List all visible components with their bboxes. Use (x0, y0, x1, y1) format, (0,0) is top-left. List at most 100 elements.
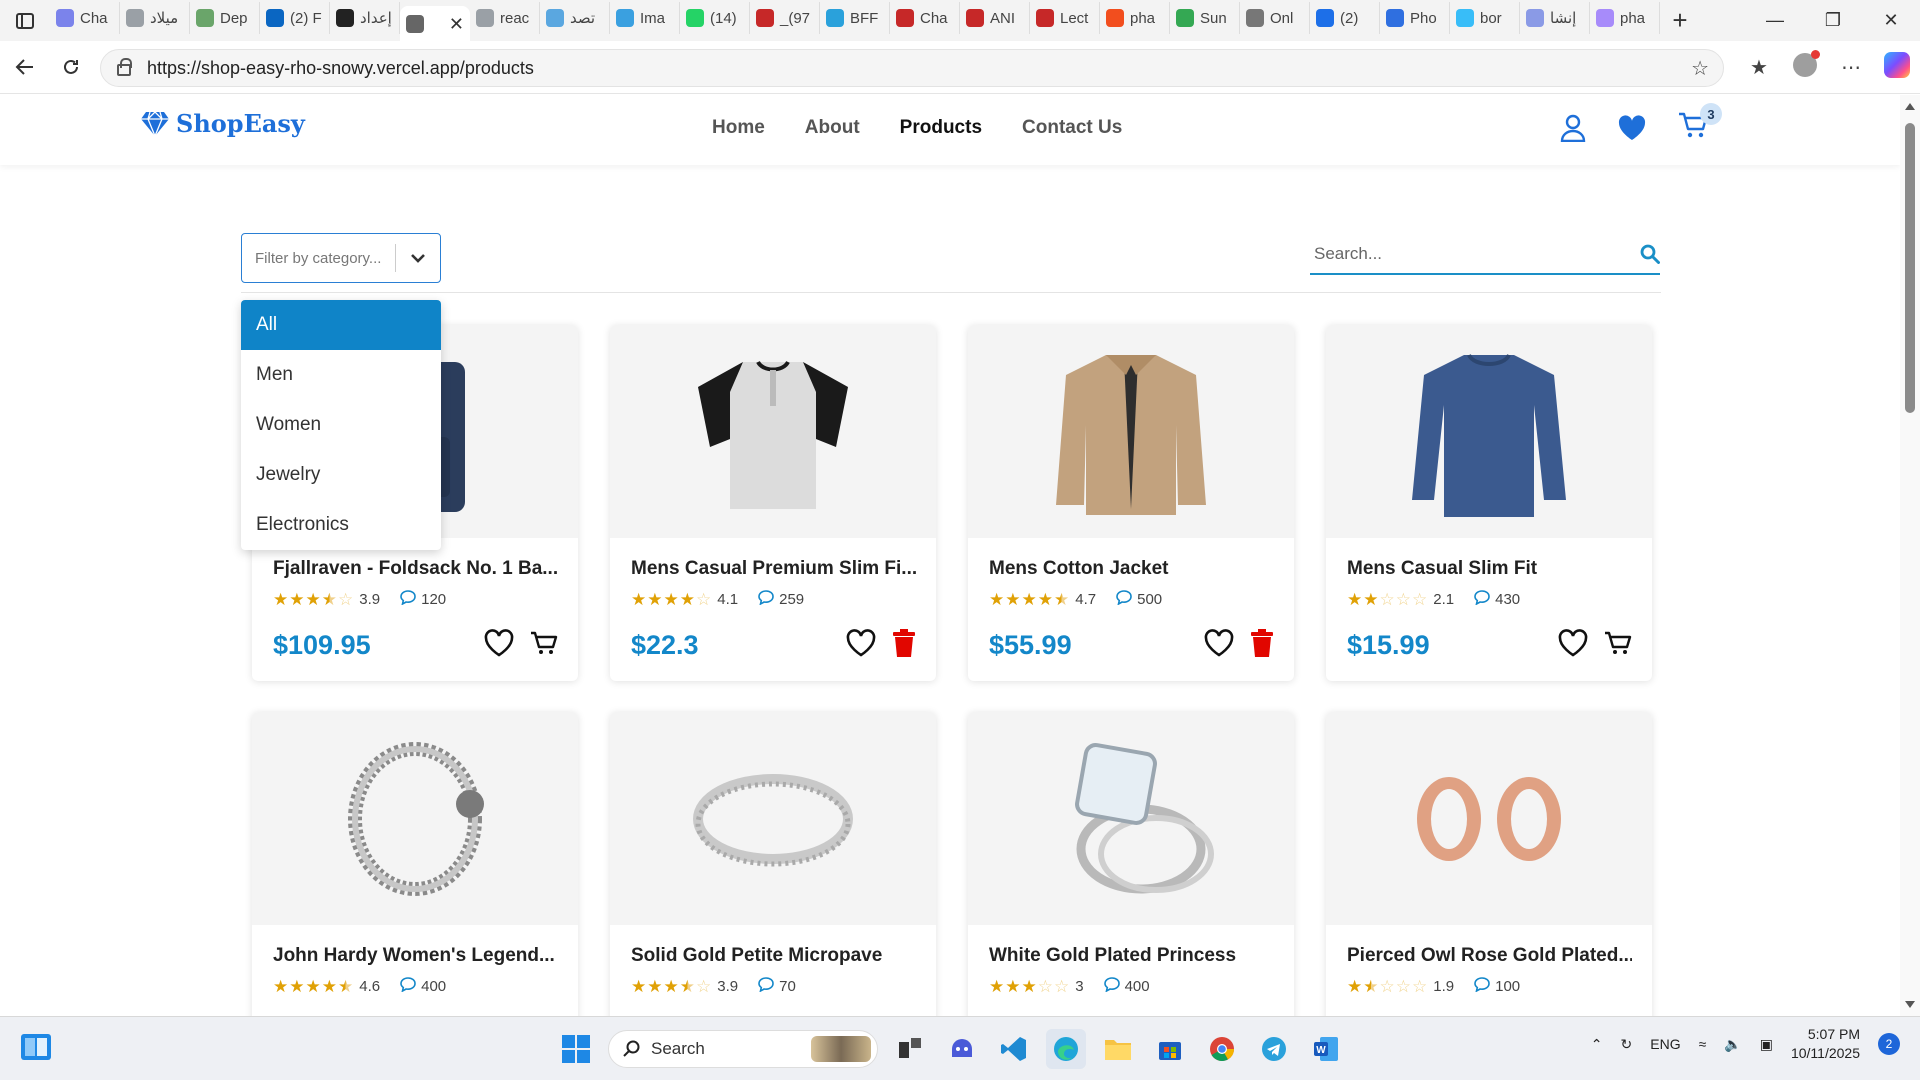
edge-icon[interactable] (1046, 1029, 1086, 1069)
show-hidden-icons-chevron[interactable]: ⌃ (1591, 1036, 1603, 1053)
tab-actions-button[interactable] (0, 0, 50, 41)
telegram-icon[interactable] (1254, 1029, 1294, 1069)
product-title[interactable]: Mens Cotton Jacket (989, 558, 1274, 580)
product-card[interactable]: Mens Cotton Jacket ★ ★ ★ ★ ★ 4.7 500 $55.99 (968, 325, 1294, 681)
delete-trash-icon[interactable] (892, 629, 916, 662)
product-card[interactable]: White Gold Plated Princess ★ ★ ★ ☆ ☆ 3 400 (968, 712, 1294, 1016)
category-option-jewelry[interactable]: Jewelry (241, 450, 441, 500)
wifi-icon[interactable]: ≈ (1699, 1036, 1707, 1052)
battery-icon[interactable]: ▣ (1760, 1036, 1773, 1053)
scroll-down-arrow[interactable] (1905, 1001, 1915, 1008)
taskbar-search[interactable]: Search (608, 1030, 878, 1068)
browser-tab[interactable]: pha (1100, 2, 1170, 34)
copilot-app-icon[interactable] (942, 1029, 982, 1069)
category-option-women[interactable]: Women (241, 400, 441, 450)
close-tab-icon[interactable]: ✕ (449, 14, 464, 35)
browser-tab[interactable]: bor (1450, 2, 1520, 34)
task-view-icon[interactable] (890, 1029, 930, 1069)
wishlist-heart-icon[interactable] (1558, 629, 1588, 662)
browser-tab[interactable]: (14) (680, 2, 750, 34)
product-image[interactable] (610, 325, 936, 538)
system-clock[interactable]: 5:07 PM 10/11/2025 (1791, 1025, 1860, 1063)
category-option-men[interactable]: Men (241, 350, 441, 400)
more-options-icon[interactable]: ⋯ (1828, 55, 1874, 80)
browser-tab[interactable]: reac (470, 2, 540, 34)
delete-trash-icon[interactable] (1250, 629, 1274, 662)
product-title[interactable]: Fjallraven - Foldsack No. 1 Ba... (273, 558, 558, 580)
nav-contact-us[interactable]: Contact Us (1022, 117, 1122, 139)
chevron-down-icon[interactable] (396, 253, 440, 263)
browser-tab[interactable]: Ima (610, 2, 680, 34)
copilot-button[interactable] (1874, 51, 1920, 84)
browser-tab[interactable]: Onl (1240, 2, 1310, 34)
product-card[interactable]: Solid Gold Petite Micropave ★ ★ ★ ★ ☆ 3.9 70 (610, 712, 936, 1016)
page-scrollbar[interactable] (1900, 95, 1920, 1016)
cart-button[interactable]: 3 (1678, 103, 1722, 144)
tray-app-icon[interactable]: ↻ (1621, 1036, 1633, 1053)
browser-tab[interactable]: إعداد (330, 2, 400, 34)
word-icon[interactable]: W (1306, 1029, 1346, 1069)
category-option-all[interactable]: All (241, 300, 441, 350)
product-title[interactable]: Solid Gold Petite Micropave (631, 945, 916, 967)
browser-tab[interactable]: Lect (1030, 2, 1100, 34)
user-icon[interactable] (1560, 114, 1586, 142)
new-tab-button[interactable]: + (1660, 5, 1700, 36)
wishlist-heart-icon[interactable] (484, 629, 514, 662)
browser-tab[interactable]: تصد (540, 2, 610, 34)
favorites-icon[interactable]: ★ (1736, 55, 1782, 80)
add-to-cart-icon[interactable] (530, 630, 558, 661)
product-image[interactable] (252, 712, 578, 925)
wishlist-heart-icon[interactable] (1618, 114, 1646, 141)
url-text[interactable]: https://shop-easy-rho-snowy.vercel.app/p… (147, 58, 534, 79)
nav-about[interactable]: About (805, 117, 860, 139)
product-image[interactable] (968, 712, 1294, 925)
language-indicator[interactable]: ENG (1650, 1036, 1680, 1052)
product-title[interactable]: Mens Casual Premium Slim Fi... (631, 558, 916, 580)
browser-tab[interactable]: Pho (1380, 2, 1450, 34)
search-icon[interactable] (1640, 244, 1660, 264)
widgets-icon[interactable] (20, 1031, 52, 1063)
browser-tab[interactable]: Sun (1170, 2, 1240, 34)
browser-tab[interactable]: BFF (820, 2, 890, 34)
browser-tab[interactable]: (2) (1310, 2, 1380, 34)
product-card[interactable]: Mens Casual Premium Slim Fi... ★ ★ ★ ★ ☆ 4.1 25… (610, 325, 936, 681)
browser-tab[interactable]: Cha (50, 2, 120, 34)
wishlist-heart-icon[interactable] (846, 629, 876, 662)
vscode-icon[interactable] (994, 1029, 1034, 1069)
product-card[interactable]: John Hardy Women's Legend... ★ ★ ★ ★ ★ 4.6 400 (252, 712, 578, 1016)
product-title[interactable]: Mens Casual Slim Fit (1347, 558, 1632, 580)
favorite-star-icon[interactable]: ☆ (1691, 56, 1709, 81)
product-image[interactable] (1326, 325, 1652, 538)
browser-tab[interactable]: ميلاد (120, 2, 190, 34)
close-window-button[interactable]: ✕ (1862, 0, 1920, 41)
minimize-button[interactable]: — (1746, 0, 1804, 41)
microsoft-store-icon[interactable] (1150, 1029, 1190, 1069)
address-bar[interactable]: https://shop-easy-rho-snowy.vercel.app/p… (100, 49, 1724, 87)
profile-button[interactable] (1782, 49, 1828, 83)
product-title[interactable]: White Gold Plated Princess (989, 945, 1274, 967)
start-button[interactable] (556, 1029, 596, 1069)
browser-tab[interactable]: pha (1590, 2, 1660, 34)
browser-tab[interactable]: _(97 (750, 2, 820, 34)
browser-tab[interactable]: ✕ (400, 6, 470, 42)
add-to-cart-icon[interactable] (1604, 630, 1632, 661)
wishlist-heart-icon[interactable] (1204, 629, 1234, 662)
scrollbar-thumb[interactable] (1905, 123, 1915, 413)
browser-tab[interactable]: (2) F (260, 2, 330, 34)
category-filter-select[interactable]: Filter by category... (241, 233, 441, 283)
product-card[interactable]: Mens Casual Slim Fit ★ ★ ☆ ☆ ☆ 2.1 430 $15.99 (1326, 325, 1652, 681)
scroll-up-arrow[interactable] (1905, 103, 1915, 110)
product-image[interactable] (610, 712, 936, 925)
brand-logo[interactable]: ShopEasy (140, 109, 305, 138)
product-image[interactable] (968, 325, 1294, 538)
browser-tab[interactable]: ANI (960, 2, 1030, 34)
maximize-button[interactable]: ❐ (1804, 0, 1862, 41)
browser-tab[interactable]: إنشا (1520, 2, 1590, 34)
chrome-icon[interactable] (1202, 1029, 1242, 1069)
nav-home[interactable]: Home (712, 117, 765, 139)
product-title[interactable]: Pierced Owl Rose Gold Plated... (1347, 945, 1632, 967)
reload-button[interactable] (48, 47, 94, 87)
product-card[interactable]: Pierced Owl Rose Gold Plated... ★ ★ ☆ ☆ ☆ 1.9 1… (1326, 712, 1652, 1016)
nav-products[interactable]: Products (900, 117, 982, 139)
browser-tab[interactable]: Cha (890, 2, 960, 34)
